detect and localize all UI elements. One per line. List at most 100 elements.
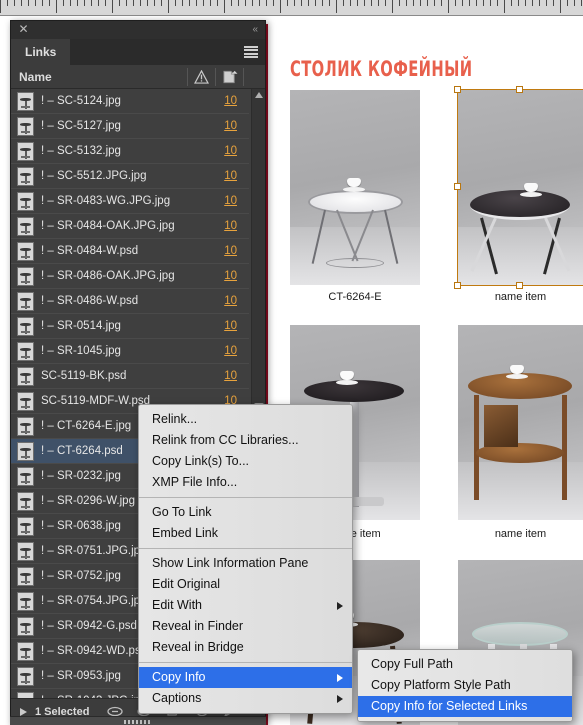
scroll-up-arrow-icon[interactable] xyxy=(255,92,263,98)
link-page-number[interactable]: 10 xyxy=(224,195,237,207)
link-page-number[interactable]: 10 xyxy=(224,345,237,357)
horizontal-ruler[interactable] xyxy=(0,0,583,16)
product-photo-4[interactable] xyxy=(458,325,583,520)
link-thumbnail xyxy=(17,141,34,161)
link-file-name: ! – SR-0514.jpg xyxy=(41,320,121,332)
submenu-item[interactable]: Copy Full Path xyxy=(358,654,572,675)
link-thumbnail xyxy=(17,466,34,486)
menu-item-label: Edit Original xyxy=(152,577,221,591)
table-row[interactable]: ! – SR-0484-OAK.JPG.jpg 10 xyxy=(11,214,249,239)
menu-separator xyxy=(139,548,352,549)
table-row[interactable]: ! – SC-5124.jpg 10 xyxy=(11,89,249,114)
table-row[interactable]: ! – SR-0486-OAK.JPG.jpg 10 xyxy=(11,264,249,289)
table-row[interactable]: ! – SR-1045.jpg 10 xyxy=(11,339,249,364)
table-row[interactable]: ! – SC-5512.JPG.jpg 10 xyxy=(11,164,249,189)
link-page-number[interactable]: 10 xyxy=(224,245,237,257)
link-file-name: ! – SR-0484-OAK.JPG.jpg xyxy=(41,220,175,232)
table-row[interactable]: ! – SR-0514.jpg 10 xyxy=(11,314,249,339)
submenu-item[interactable]: Copy Info for Selected Links xyxy=(358,696,572,717)
submenu-arrow-icon xyxy=(337,601,343,610)
link-page-number[interactable]: 10 xyxy=(224,370,237,382)
hamburger-icon[interactable] xyxy=(244,46,258,58)
menu-item-label: Embed Link xyxy=(152,526,219,540)
warning-triangle-icon[interactable] xyxy=(194,70,209,84)
menu-separator xyxy=(139,497,352,498)
menu-item[interactable]: Go To Link xyxy=(139,502,352,523)
link-page-number[interactable]: 10 xyxy=(224,270,237,282)
panel-tab-bar: Links xyxy=(11,39,265,65)
link-thumbnail xyxy=(17,341,34,361)
menu-item[interactable]: Reveal in Bridge xyxy=(139,637,352,658)
menu-item[interactable]: Embed Link xyxy=(139,523,352,544)
link-page-number[interactable]: 10 xyxy=(224,120,237,132)
link-page-number[interactable]: 10 xyxy=(224,220,237,232)
link-thumbnail xyxy=(17,541,34,561)
menu-item[interactable]: XMP File Info... xyxy=(139,472,352,493)
table-row[interactable]: ! – SC-5132.jpg 10 xyxy=(11,139,249,164)
menu-item-label: Show Link Information Pane xyxy=(152,556,309,570)
link-file-name: ! – SC-5512.JPG.jpg xyxy=(41,170,147,182)
table-row[interactable]: ! – SC-5127.jpg 10 xyxy=(11,114,249,139)
link-file-name: ! – SR-1045.jpg xyxy=(41,345,121,357)
context-submenu[interactable]: Copy Full Path Copy Platform Style Path Co… xyxy=(357,649,573,722)
product-photo-2[interactable] xyxy=(458,90,583,285)
link-thumbnail xyxy=(17,91,34,111)
link-file-name: ! – SR-0483-WG.JPG.jpg xyxy=(41,195,171,207)
menu-item[interactable]: Relink from CC Libraries... xyxy=(139,430,352,451)
panel-resize-bar[interactable] xyxy=(10,716,266,725)
collapse-panel-icon[interactable]: « xyxy=(252,24,257,35)
table-row[interactable]: ! – SR-0484-W.psd 10 xyxy=(11,239,249,264)
menu-item[interactable]: Relink... xyxy=(139,409,352,430)
link-file-name: ! – SR-0486-W.psd xyxy=(41,295,139,307)
menu-item[interactable]: Edit With xyxy=(139,595,352,616)
menu-item-label: Relink... xyxy=(152,412,198,426)
link-thumbnail xyxy=(17,166,34,186)
link-thumbnail xyxy=(17,616,34,636)
link-page-number[interactable]: 10 xyxy=(224,145,237,157)
table-row[interactable]: ! – SR-0483-WG.JPG.jpg 10 xyxy=(11,189,249,214)
menu-item[interactable]: Reveal in Finder xyxy=(139,616,352,637)
link-thumbnail xyxy=(17,591,34,611)
table-row[interactable]: SC-5119-BK.psd 10 xyxy=(11,364,249,389)
app-window: СТОЛИК КОФЕЙНЫЙ CT-6264-E name item name… xyxy=(0,0,583,725)
submenu-item[interactable]: Copy Platform Style Path xyxy=(358,675,572,696)
link-thumbnail xyxy=(17,566,34,586)
menu-item-label: Reveal in Bridge xyxy=(152,640,244,654)
link-page-number[interactable]: 10 xyxy=(224,95,237,107)
link-page-number[interactable]: 10 xyxy=(224,295,237,307)
relink-page-icon[interactable] xyxy=(222,70,238,84)
context-menu[interactable]: Relink... Relink from CC Libraries... Copy… xyxy=(138,404,353,714)
link-file-name: ! – SR-0484-W.psd xyxy=(41,245,139,257)
menu-item[interactable]: Copy Info xyxy=(139,667,352,688)
link-page-number[interactable]: 10 xyxy=(224,320,237,332)
tab-links[interactable]: Links xyxy=(11,39,71,65)
column-header-name[interactable]: Name xyxy=(19,70,52,84)
link-thumbnail xyxy=(17,416,34,436)
photo-caption-2: name item xyxy=(494,291,547,303)
menu-item[interactable]: Show Link Information Pane xyxy=(139,553,352,574)
link-thumbnail xyxy=(17,216,34,236)
submenu-arrow-icon xyxy=(337,673,343,682)
product-photo-1[interactable] xyxy=(290,90,420,285)
link-file-name: ! – SC-5124.jpg xyxy=(41,95,121,107)
page-title: СТОЛИК КОФЕЙНЫЙ xyxy=(290,57,473,81)
link-thumbnail xyxy=(17,316,34,336)
link-thumbnail xyxy=(17,291,34,311)
disclosure-triangle-icon[interactable] xyxy=(20,707,27,716)
menu-item-label: Relink from CC Libraries... xyxy=(152,433,299,447)
menu-item[interactable]: Captions xyxy=(139,688,352,709)
link-thumbnail xyxy=(17,441,34,461)
menu-item[interactable]: Edit Original xyxy=(139,574,352,595)
menu-item[interactable]: Copy Link(s) To... xyxy=(139,451,352,472)
menu-item-label: Reveal in Finder xyxy=(152,619,244,633)
link-page-number[interactable]: 10 xyxy=(224,170,237,182)
menu-item-label: Go To Link xyxy=(152,505,212,519)
column-header: Name xyxy=(11,65,265,89)
menu-item-label: Edit With xyxy=(152,598,203,612)
table-row[interactable]: ! – SR-0486-W.psd 10 xyxy=(11,289,249,314)
link-file-name: SC-5119-BK.psd xyxy=(41,370,127,382)
panel-titlebar[interactable]: ✕ « xyxy=(11,21,265,39)
close-icon[interactable]: ✕ xyxy=(18,23,29,35)
photo-caption-4: name item xyxy=(494,528,547,540)
link-file-name: ! – SC-5132.jpg xyxy=(41,145,121,157)
